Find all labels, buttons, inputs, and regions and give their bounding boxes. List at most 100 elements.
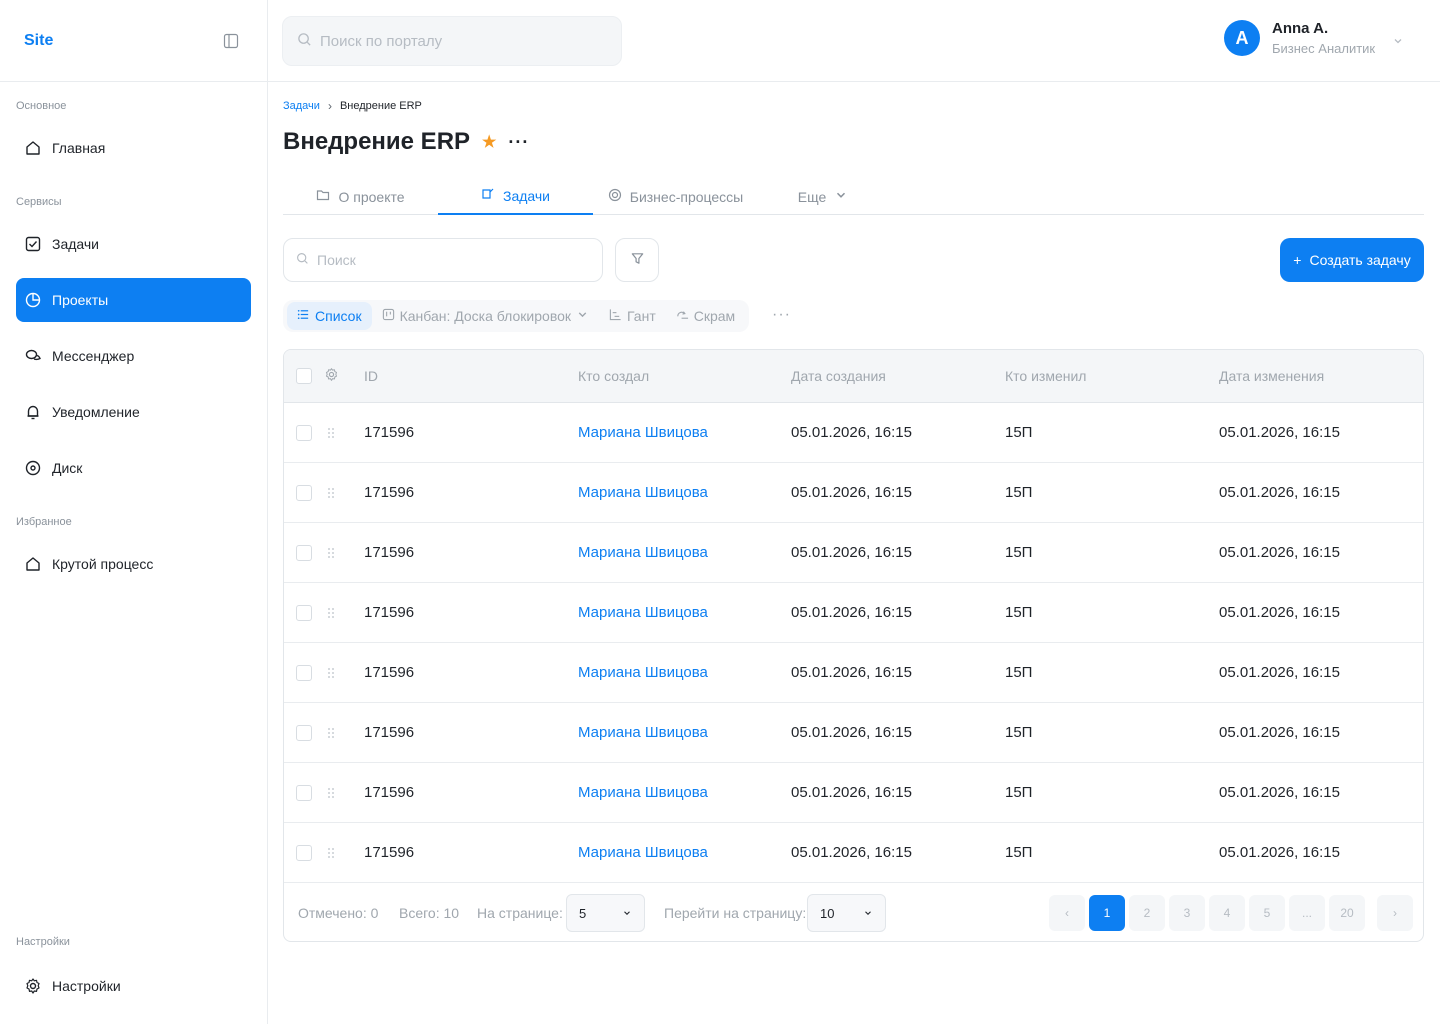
sidebar-item-home[interactable]: Главная	[16, 126, 251, 170]
cell-created-date: 05.01.2026, 16:15	[791, 424, 912, 441]
cell-creator-link[interactable]: Мариана Швицова	[578, 583, 708, 642]
gear-icon[interactable]	[324, 367, 339, 385]
view-list[interactable]: Список	[287, 302, 372, 330]
cell-creator-link[interactable]: Мариана Швицова	[578, 823, 708, 882]
table-footer: Отмечено: 0 Всего: 10 На странице: 5 Пер…	[284, 883, 1423, 941]
page-button[interactable]: 20	[1329, 895, 1365, 931]
row-checkbox[interactable]	[296, 724, 312, 741]
table-row[interactable]: 171596 Мариана Швицова 05.01.2026, 16:15 15…	[284, 463, 1423, 523]
view-kanban[interactable]: Канбан: Доска блокировок	[372, 302, 599, 330]
page-button[interactable]: 3	[1169, 895, 1205, 931]
view-gantt[interactable]: Гант	[599, 302, 666, 330]
select-all-checkbox[interactable]	[296, 368, 312, 384]
row-checkbox[interactable]	[296, 664, 312, 681]
more-icon[interactable]: ···	[508, 132, 529, 153]
avatar[interactable]: A	[1224, 20, 1260, 56]
cell-creator-link[interactable]: Мариана Швицова	[578, 523, 708, 582]
sidebar-item-label: Диск	[52, 460, 83, 476]
cell-creator-link[interactable]: Мариана Швицова	[578, 463, 708, 522]
cell-creator-link[interactable]: Мариана Швицова	[578, 763, 708, 822]
gantt-icon	[609, 308, 622, 324]
sidebar-item-tasks[interactable]: Задачи	[16, 222, 251, 266]
goto-page-select[interactable]: 10	[807, 894, 886, 932]
column-header-created-date[interactable]: Дата создания	[791, 350, 886, 402]
sidebar-toggle-icon[interactable]	[223, 33, 239, 49]
cell-creator-link[interactable]: Мариана Швицова	[578, 703, 708, 762]
table-row[interactable]: 171596 Мариана Швицова 05.01.2026, 16:15 15…	[284, 643, 1423, 703]
create-task-button[interactable]: + Создать задачу	[1280, 238, 1424, 282]
cell-created-date: 05.01.2026, 16:15	[791, 484, 912, 501]
table-row[interactable]: 171596 Мариана Швицова 05.01.2026, 16:15 15…	[284, 583, 1423, 643]
page-button[interactable]: 2	[1129, 895, 1165, 931]
task-search-input[interactable]	[317, 252, 597, 268]
breadcrumb-link-tasks[interactable]: Задачи	[283, 100, 320, 112]
cell-modified-date: 05.01.2026, 16:15	[1219, 784, 1340, 801]
cell-modifier: 15П	[1005, 844, 1033, 861]
prev-page-button[interactable]: ‹	[1049, 895, 1085, 931]
tab-label: О проекте	[338, 188, 405, 205]
table-row[interactable]: 171596 Мариана Швицова 05.01.2026, 16:15 15…	[284, 403, 1423, 463]
tab-business-processes[interactable]: Бизнес-процессы	[593, 178, 758, 215]
table-row[interactable]: 171596 Мариана Швицова 05.01.2026, 16:15 15…	[284, 763, 1423, 823]
star-icon[interactable]: ★	[482, 132, 496, 152]
task-search[interactable]	[283, 238, 603, 282]
sidebar-item-settings[interactable]: Настройки	[16, 964, 251, 1008]
drag-handle-icon[interactable]	[327, 763, 335, 822]
per-page-select[interactable]: 5	[566, 894, 645, 932]
drag-handle-icon[interactable]	[327, 643, 335, 702]
logo[interactable]: Site	[24, 32, 53, 50]
page-title: Внедрение ERP	[283, 128, 471, 155]
cell-creator-link[interactable]: Мариана Швицова	[578, 403, 708, 462]
filter-button[interactable]	[615, 238, 659, 282]
pagination-ellipsis: ...	[1289, 895, 1325, 931]
table-row[interactable]: 171596 Мариана Швицова 05.01.2026, 16:15 15…	[284, 823, 1423, 883]
row-checkbox[interactable]	[296, 544, 312, 561]
cell-modified-date: 05.01.2026, 16:15	[1219, 544, 1340, 561]
drag-handle-icon[interactable]	[327, 583, 335, 642]
column-header-modified-date[interactable]: Дата изменения	[1219, 350, 1324, 402]
view-label: Гант	[627, 308, 656, 324]
portal-search-input[interactable]	[320, 32, 600, 50]
column-header-creator[interactable]: Кто создал	[578, 350, 649, 402]
row-select-cell	[296, 583, 312, 642]
drag-handle-icon[interactable]	[327, 463, 335, 522]
tab-tasks[interactable]: Задачи	[438, 178, 593, 215]
drag-handle-icon[interactable]	[327, 403, 335, 462]
column-header-modifier[interactable]: Кто изменил	[1005, 350, 1086, 402]
tab-more[interactable]: Еще	[783, 178, 863, 215]
list-icon	[297, 308, 310, 324]
sidebar-item-projects[interactable]: Проекты	[16, 278, 251, 322]
table-body: 171596 Мариана Швицова 05.01.2026, 16:15 15…	[284, 403, 1423, 883]
user-role: Бизнес Аналитик	[1272, 41, 1376, 56]
user-menu[interactable]: A Anna A. Бизнес Аналитик	[1224, 20, 1375, 56]
page-button[interactable]: 4	[1209, 895, 1245, 931]
row-checkbox[interactable]	[296, 844, 312, 861]
view-scrum[interactable]: Скрам	[666, 302, 745, 330]
chevron-down-icon[interactable]	[1392, 34, 1404, 50]
next-page-button[interactable]: ›	[1377, 895, 1413, 931]
sidebar-item-cool-process[interactable]: Крутой процесс	[16, 542, 251, 586]
row-checkbox[interactable]	[296, 424, 312, 441]
page-button[interactable]: 5	[1249, 895, 1285, 931]
column-header-id[interactable]: ID	[364, 350, 378, 402]
drag-handle-icon[interactable]	[327, 523, 335, 582]
cell-id: 171596	[364, 484, 415, 501]
table-row[interactable]: 171596 Мариана Швицова 05.01.2026, 16:15 15…	[284, 703, 1423, 763]
cell-created-date: 05.01.2026, 16:15	[791, 724, 912, 741]
row-checkbox[interactable]	[296, 484, 312, 501]
sidebar-item-notifications[interactable]: Уведомление	[16, 390, 251, 434]
sidebar-item-disk[interactable]: Диск	[16, 446, 251, 490]
row-checkbox[interactable]	[296, 784, 312, 801]
section-label-settings: Настройки	[16, 936, 70, 948]
tab-about[interactable]: О проекте	[283, 178, 438, 215]
drag-handle-icon[interactable]	[327, 703, 335, 762]
drag-handle-icon[interactable]	[327, 823, 335, 882]
cell-modified-date: 05.01.2026, 16:15	[1219, 724, 1340, 741]
row-checkbox[interactable]	[296, 604, 312, 621]
more-views-icon[interactable]: ···	[772, 306, 791, 324]
table-row[interactable]: 171596 Мариана Швицова 05.01.2026, 16:15 15…	[284, 523, 1423, 583]
page-button[interactable]: 1	[1089, 895, 1125, 931]
portal-search[interactable]	[282, 16, 622, 66]
cell-creator-link[interactable]: Мариана Швицова	[578, 643, 708, 702]
sidebar-item-messenger[interactable]: Мессенджер	[16, 334, 251, 378]
